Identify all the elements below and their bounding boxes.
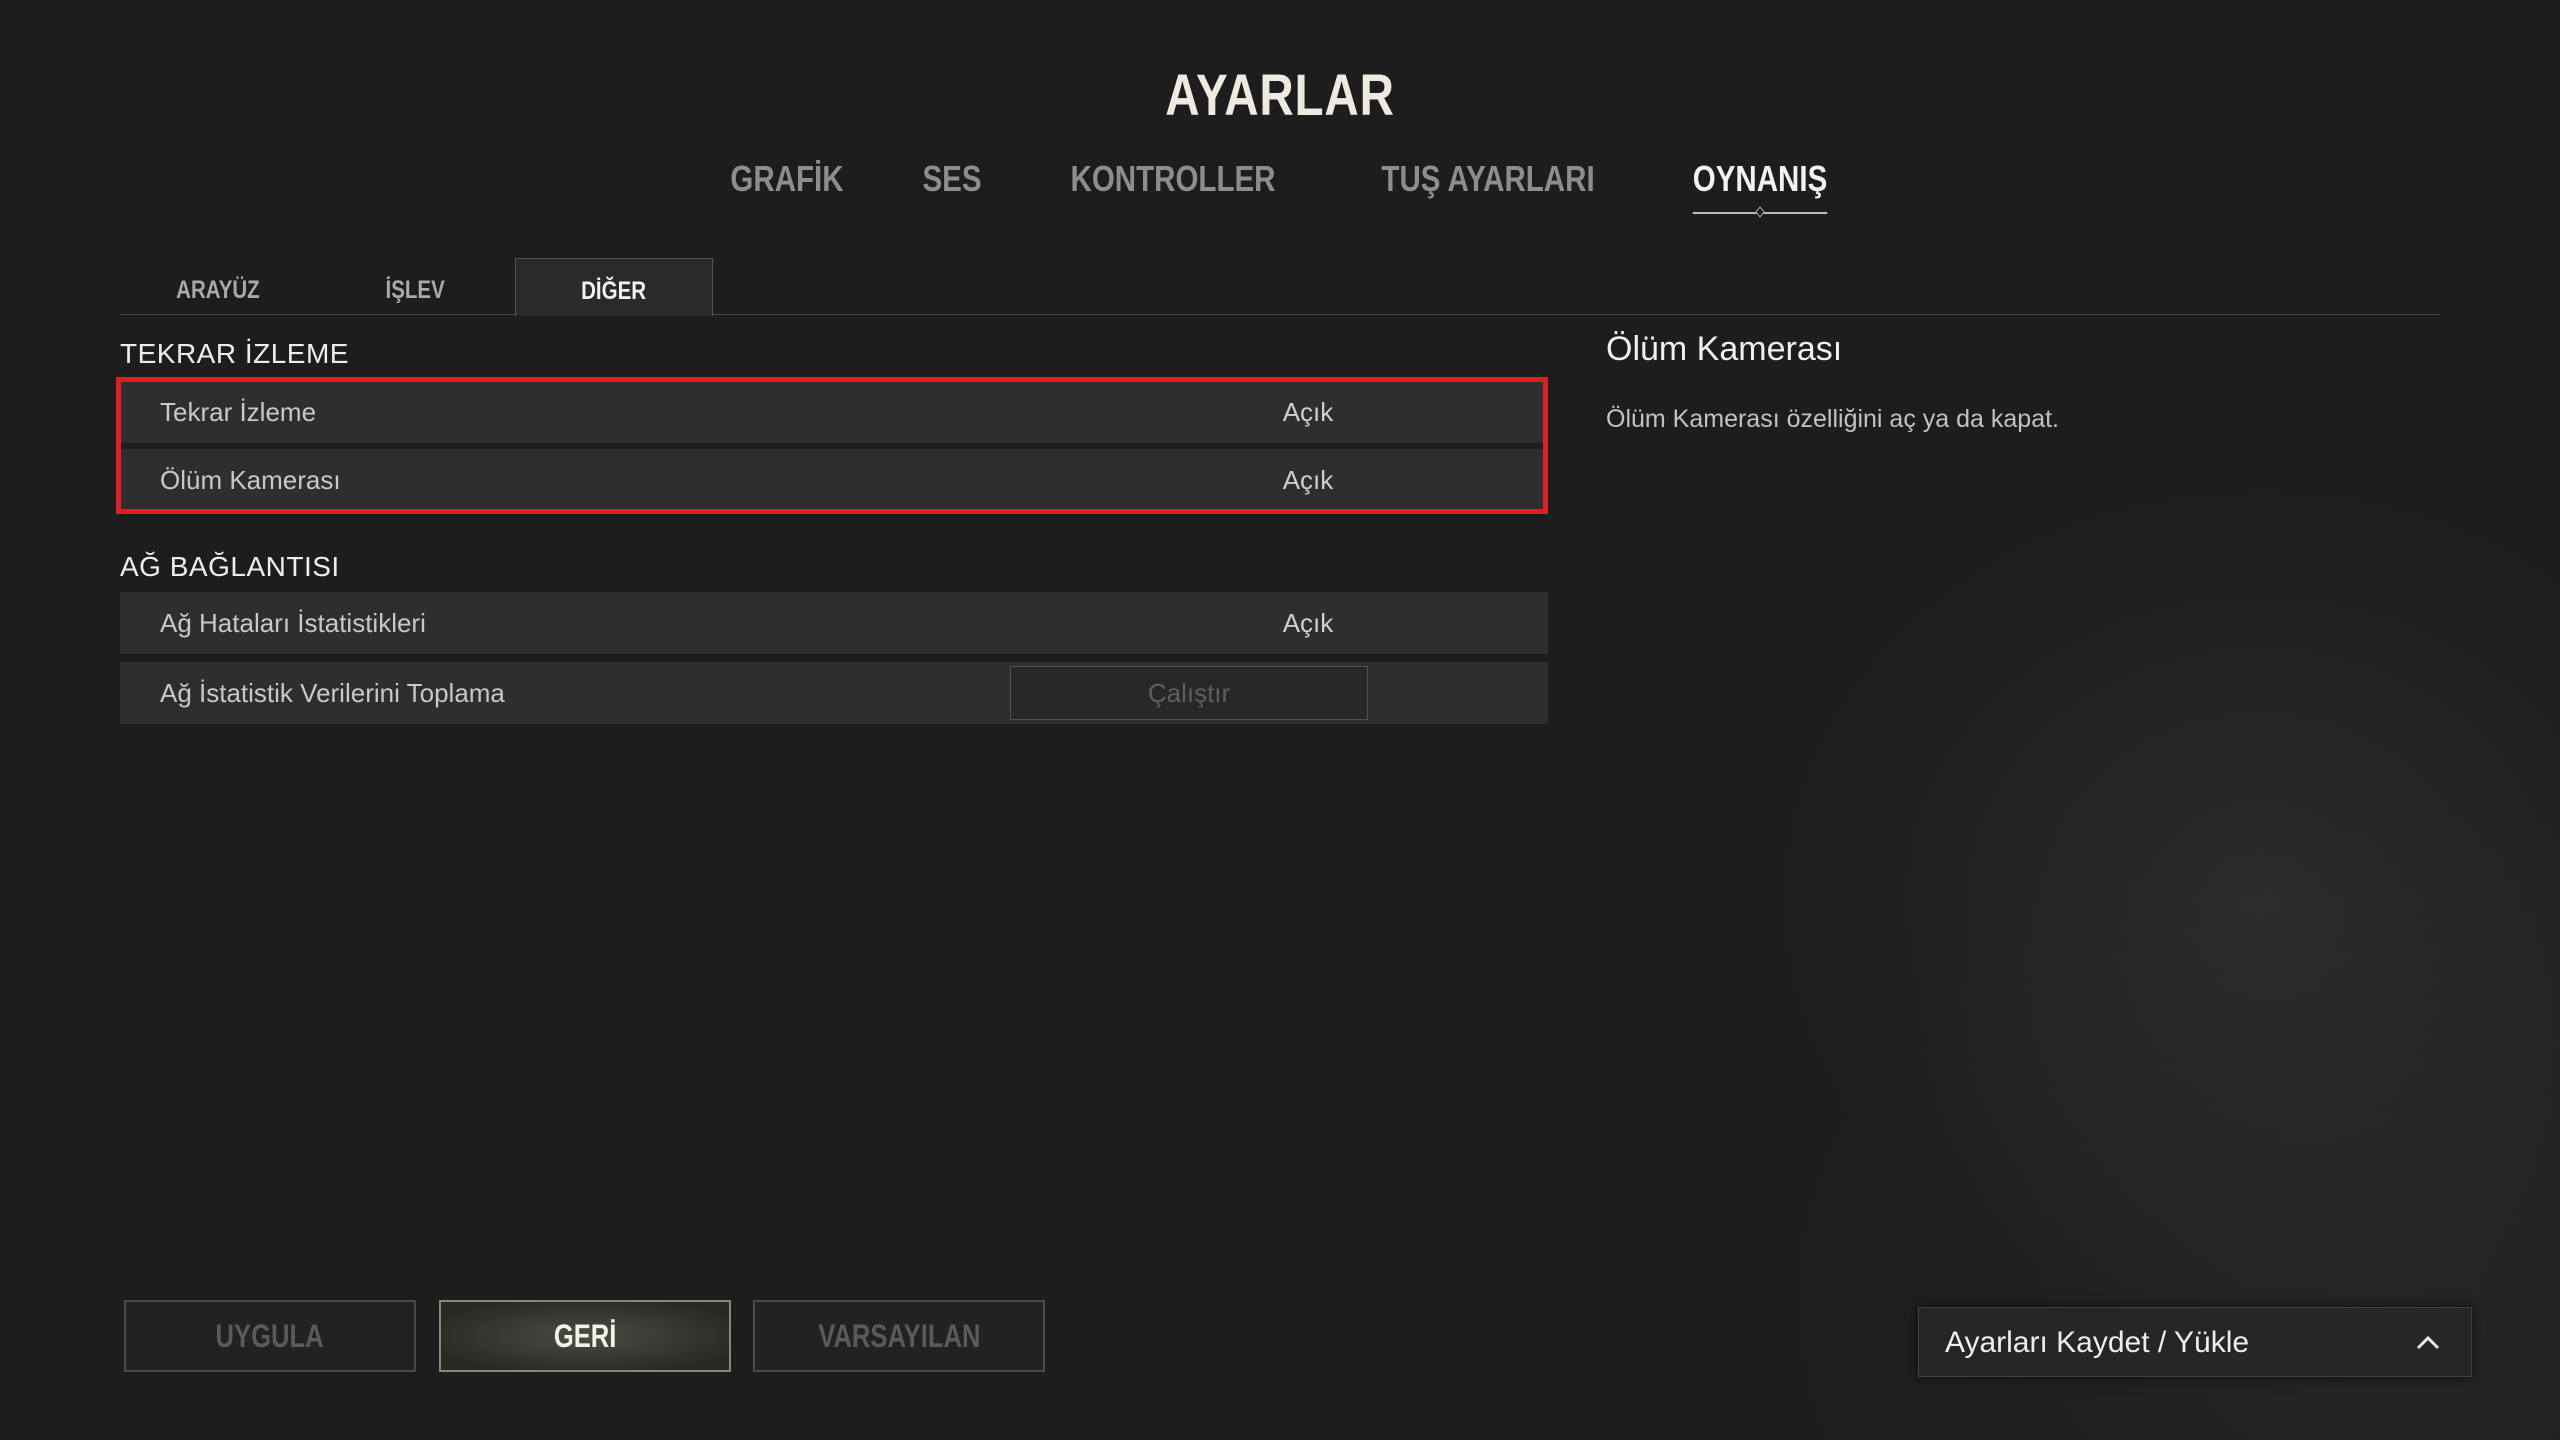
setting-value-toggle[interactable]: Açık: [1120, 381, 1496, 443]
active-tab-underline: [1692, 212, 1828, 214]
back-button[interactable]: GERİ: [439, 1300, 731, 1372]
apply-button[interactable]: UYGULA: [124, 1300, 416, 1372]
chevron-up-icon: [2416, 1335, 2440, 1350]
subtab-other[interactable]: DİĞER: [515, 258, 713, 316]
tab-graphics[interactable]: GRAFİK: [706, 158, 868, 200]
setting-row-network-stats: Ağ İstatistik Verilerini Toplama Çalıştı…: [120, 662, 1548, 724]
default-button[interactable]: VARSAYILAN: [753, 1300, 1045, 1372]
setting-label: Ölüm Kamerası: [160, 465, 341, 495]
setting-value-toggle[interactable]: Açık: [1120, 449, 1496, 511]
setting-label: Ağ İstatistik Verilerini Toplama: [160, 678, 505, 708]
description-title: Ölüm Kamerası: [1606, 330, 1843, 368]
setting-row-replay[interactable]: Tekrar İzleme Açık: [120, 381, 1548, 443]
tab-keybindings[interactable]: TUŞ AYARLARI: [1357, 158, 1619, 200]
setting-row-death-cam[interactable]: Ölüm Kamerası Açık: [120, 449, 1548, 511]
setting-row-network-errors[interactable]: Ağ Hataları İstatistikleri Açık: [120, 592, 1548, 654]
save-load-label: Ayarları Kaydet / Yükle: [1945, 1326, 2250, 1359]
tab-gameplay[interactable]: OYNANIŞ: [1668, 158, 1852, 214]
run-button[interactable]: Çalıştır: [1010, 666, 1368, 720]
description-text: Ölüm Kamerası özelliğini aç ya da kapat.: [1606, 405, 2059, 433]
main-tab-bar: GRAFİK SES KONTROLLER TUŞ AYARLARI OYNAN…: [0, 158, 2560, 214]
setting-label: Ağ Hataları İstatistikleri: [160, 608, 426, 638]
page-title: AYARLAR: [1165, 63, 1395, 128]
setting-label: Tekrar İzleme: [160, 397, 317, 427]
subtab-function[interactable]: İŞLEV: [317, 258, 513, 314]
section-title-network: AĞ BAĞLANTISI: [120, 551, 340, 582]
tab-controls[interactable]: KONTROLLER: [1046, 158, 1300, 200]
tab-sound[interactable]: SES: [898, 158, 1006, 200]
subtab-interface[interactable]: ARAYÜZ: [120, 258, 316, 314]
sub-tab-bar: ARAYÜZ İŞLEV DİĞER: [120, 258, 2440, 316]
save-load-dropdown[interactable]: Ayarları Kaydet / Yükle: [1918, 1307, 2472, 1377]
section-title-replay: TEKRAR İZLEME: [120, 338, 349, 369]
setting-value-toggle[interactable]: Açık: [1120, 592, 1496, 654]
settings-screen: AYARLAR GRAFİK SES KONTROLLER TUŞ AYARLA…: [0, 0, 2560, 1440]
